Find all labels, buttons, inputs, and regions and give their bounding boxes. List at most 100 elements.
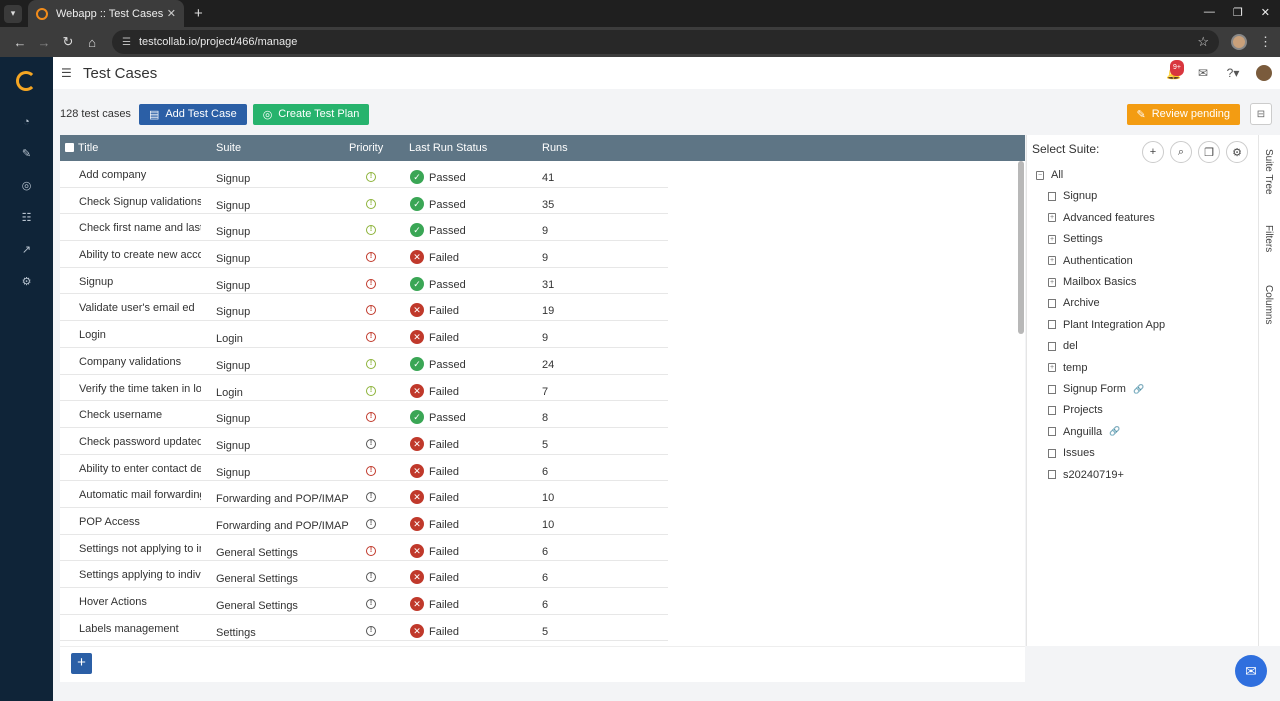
suite-tree-item[interactable]: Signup [1048, 190, 1097, 202]
table-row[interactable]: POP Access Forwarding and POP/IMAP! ✕ Faile… [60, 508, 668, 535]
table-row[interactable]: Ability to enter contact deta Signup! ✕ Fai… [60, 455, 668, 482]
file-icon[interactable] [1048, 341, 1056, 351]
test-case-title[interactable]: Check username [79, 409, 201, 421]
suite-tree-item[interactable]: + Settings [1048, 233, 1103, 245]
expand-icon[interactable]: + [1048, 234, 1056, 244]
file-icon[interactable] [1048, 320, 1056, 330]
browser-menu-icon[interactable]: ⋮ [1259, 34, 1272, 50]
select-all-checkbox[interactable] [65, 143, 74, 152]
tab-columns[interactable]: Columns [1263, 285, 1274, 324]
table-row[interactable]: Check Signup validations Signup! ✓ Passed 35 [60, 188, 668, 215]
column-header-suite[interactable]: Suite [216, 142, 241, 154]
suite-tree-item[interactable]: Projects [1048, 404, 1103, 416]
test-case-title[interactable]: Signup [79, 276, 201, 288]
suite-tree-item[interactable]: − All [1036, 169, 1063, 181]
file-icon[interactable] [1048, 427, 1056, 437]
table-row[interactable]: Company validations Signup! ✓ Passed 24 [60, 348, 668, 375]
suite-tree-item[interactable]: + Authentication [1048, 255, 1133, 267]
search-suite-icon[interactable]: ⌕ [1170, 141, 1192, 163]
table-row[interactable]: Login Login! ✕ Failed 9 [60, 321, 668, 348]
test-case-title[interactable]: Check first name and last na [79, 222, 201, 234]
reload-icon[interactable]: ↻ [56, 34, 80, 50]
tasks-icon[interactable]: ✉ [1196, 66, 1210, 80]
test-case-title[interactable]: Verify the time taken in load [79, 383, 201, 395]
table-row[interactable]: Automatic mail forwarding Forwarding and … [60, 481, 668, 508]
expand-icon[interactable]: + [1048, 256, 1056, 266]
suite-tree-item[interactable]: + Advanced features [1048, 212, 1155, 224]
table-row[interactable]: Hover Actions General Settings! ✕ Failed 6 [60, 588, 668, 615]
suite-tree-item[interactable]: Issues [1048, 447, 1095, 459]
expand-icon[interactable]: + [1048, 213, 1056, 223]
layout-toggle-icon[interactable]: ⊟ [1250, 103, 1272, 125]
table-row[interactable]: Validate user's email ed Signup! ✕ Failed 19 [60, 294, 668, 322]
test-case-title[interactable]: Ability to create new accoun [79, 249, 201, 261]
close-window-icon[interactable]: ✕ [1261, 6, 1270, 19]
tab-filters[interactable]: Filters [1263, 225, 1274, 252]
suite-tree-item[interactable]: + temp [1048, 362, 1087, 374]
suite-tree-item[interactable]: + Mailbox Basics [1048, 276, 1136, 288]
settings-icon[interactable]: ⚙ [20, 276, 33, 289]
suite-tree-item[interactable]: s20240719+ [1048, 469, 1124, 481]
new-tab-button[interactable]: + [194, 5, 203, 22]
site-info-icon[interactable]: ☰ [122, 37, 131, 48]
notifications-bell-icon[interactable]: 🔔9+ [1166, 60, 1184, 80]
add-test-case-button[interactable]: ▤ Add Test Case [138, 103, 247, 125]
add-suite-icon[interactable]: + [1142, 141, 1164, 163]
review-pending-button[interactable]: ✎ Review pending [1126, 103, 1240, 125]
test-case-title[interactable]: Settings not applying to indi [79, 543, 201, 555]
restore-icon[interactable]: ❐ [1233, 6, 1243, 19]
file-icon[interactable] [1048, 298, 1056, 308]
test-case-title[interactable]: Check password updated [79, 436, 201, 448]
test-case-title[interactable]: Validate user's email ed [79, 302, 201, 314]
test-case-title[interactable]: Settings applying to individu [79, 569, 201, 581]
test-case-title[interactable]: Add company [79, 169, 201, 181]
back-icon[interactable]: ← [8, 35, 32, 50]
table-row[interactable]: Verify the time taken in load Login! ✕ Fail… [60, 375, 668, 402]
suite-tree-item[interactable]: Plant Integration App [1048, 319, 1165, 331]
menu-toggle-icon[interactable]: ☰ [61, 66, 73, 80]
dashboard-icon[interactable]: ◔ [20, 116, 33, 129]
address-bar[interactable]: ☰ testcollab.io/project/466/manage ☆ [112, 30, 1219, 54]
file-icon[interactable] [1048, 405, 1056, 415]
column-header-title[interactable]: Title [78, 142, 98, 154]
suite-tree-item[interactable]: Archive [1048, 297, 1100, 309]
user-avatar[interactable] [1256, 65, 1272, 81]
table-row[interactable]: Check first name and last na Signup! ✓ Pass… [60, 214, 668, 242]
forward-icon[interactable]: → [32, 35, 56, 50]
test-case-title[interactable]: Check Signup validations [79, 196, 201, 208]
test-case-title[interactable]: Hover Actions [79, 596, 201, 608]
suite-tree-item[interactable]: del [1048, 340, 1078, 352]
test-case-title[interactable]: Login [79, 329, 201, 341]
test-case-title[interactable]: Automatic mail forwarding [79, 489, 201, 501]
suite-tree-item[interactable]: Signup Form 🔗 [1048, 383, 1144, 395]
chat-support-icon[interactable]: ✉ [1235, 655, 1267, 687]
create-test-plan-button[interactable]: ◎ Create Test Plan [252, 103, 370, 125]
profile-avatar-icon[interactable] [1231, 34, 1247, 50]
test-cases-icon[interactable]: ✎ [20, 148, 33, 161]
column-header-last-run-status[interactable]: Last Run Status [409, 142, 487, 154]
reports-icon[interactable]: ↗ [20, 244, 33, 257]
column-header-runs[interactable]: Runs [542, 142, 568, 154]
browser-tab[interactable]: Webapp :: Test Cases ✕ [28, 0, 184, 27]
test-plans-icon[interactable]: ◎ [20, 180, 33, 193]
test-case-title[interactable]: POP Access [79, 516, 201, 528]
list-icon[interactable]: ☷ [20, 212, 33, 225]
tab-search-dropdown-icon[interactable]: ▾ [4, 4, 22, 23]
test-case-title[interactable]: Ability to enter contact deta [79, 463, 201, 475]
suite-settings-icon[interactable]: ⚙ [1226, 141, 1248, 163]
file-icon[interactable] [1048, 384, 1056, 394]
file-icon[interactable] [1048, 470, 1056, 480]
test-case-title[interactable]: Labels management [79, 623, 201, 635]
file-icon[interactable] [1048, 191, 1056, 201]
bookmark-star-icon[interactable]: ☆ [1197, 34, 1209, 50]
suite-tree-item[interactable]: Anguilla 🔗 [1048, 426, 1120, 438]
tab-suite-tree[interactable]: Suite Tree [1263, 149, 1274, 195]
minimize-icon[interactable]: — [1204, 6, 1215, 19]
testcollab-logo[interactable] [16, 71, 36, 91]
table-row[interactable]: Settings not applying to indi General Set… [60, 535, 668, 562]
table-row[interactable]: Ability to create new accoun Signup! ✕ Fail… [60, 241, 668, 268]
file-icon[interactable] [1048, 448, 1056, 458]
column-header-priority[interactable]: Priority [349, 142, 383, 154]
grid-scrollbar[interactable] [1018, 161, 1024, 334]
table-row[interactable]: Add company Signup! ✓ Passed 41 [60, 161, 668, 188]
